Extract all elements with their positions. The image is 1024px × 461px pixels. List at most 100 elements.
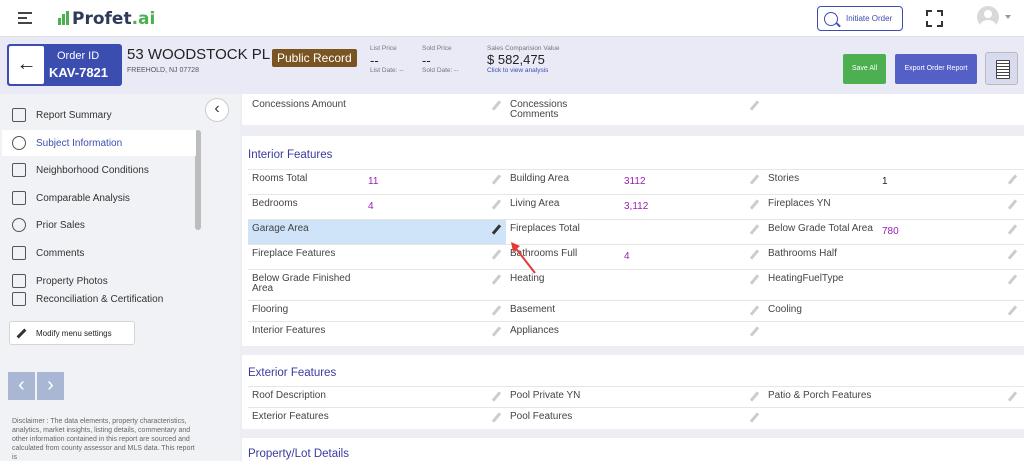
field-garage-area[interactable]: Garage Area — [248, 220, 506, 244]
pencil-icon[interactable] — [1006, 391, 1018, 403]
main-content: Concessions Amount Concessions Comments … — [240, 94, 1024, 461]
sidebar-item-comments[interactable]: Comments — [2, 240, 196, 266]
field-building-area[interactable]: Building Area 3112 — [506, 170, 764, 192]
pencil-icon[interactable] — [490, 274, 502, 286]
list-price-block: List Price -- List Date: -- — [370, 45, 404, 74]
hamburger-menu-icon[interactable] — [18, 12, 32, 27]
pencil-icon[interactable] — [1006, 249, 1018, 261]
house-icon — [12, 136, 26, 150]
clipboard-icon — [12, 292, 26, 306]
section-title: Exterior Features — [248, 367, 337, 379]
field-cooling[interactable]: Cooling — [764, 301, 1022, 323]
pencil-icon[interactable] — [1006, 174, 1018, 186]
field-bathrooms-full[interactable]: Bathrooms Full 4 — [506, 245, 764, 267]
field-stories[interactable]: Stories 1 — [764, 170, 1022, 192]
initiate-order-button[interactable]: Initiate Order — [817, 6, 903, 31]
field-basement[interactable]: Basement — [506, 301, 764, 323]
field-bedrooms[interactable]: Bedrooms 4 — [248, 195, 506, 217]
sidebar-item-subject-information[interactable]: Subject Information — [2, 130, 196, 156]
pencil-icon[interactable] — [1006, 224, 1018, 236]
chevron-down-icon[interactable] — [1005, 15, 1011, 19]
pencil-icon[interactable] — [748, 249, 760, 261]
pencil-icon[interactable] — [490, 249, 502, 261]
field-fireplaces-yn[interactable]: Fireplaces YN — [764, 195, 1022, 217]
field-bathrooms-half[interactable]: Bathrooms Half — [764, 245, 1022, 267]
property-lot-details-card: Property/Lot Details — [242, 438, 1024, 461]
comment-icon — [12, 246, 26, 260]
user-search-icon — [12, 191, 26, 205]
pencil-icon[interactable] — [490, 391, 502, 403]
save-all-button[interactable]: Save All — [843, 54, 886, 84]
order-id-label: Order ID — [57, 50, 100, 62]
pencil-icon[interactable] — [748, 326, 760, 338]
field-flooring[interactable]: Flooring — [248, 301, 506, 323]
search-icon — [824, 11, 838, 26]
pencil-icon[interactable] — [1006, 274, 1018, 286]
field-living-area[interactable]: Living Area 3,112 — [506, 195, 764, 217]
pencil-icon[interactable] — [490, 224, 502, 236]
pencil-icon[interactable] — [490, 100, 502, 112]
field-below-grade-total-area[interactable]: Below Grade Total Area 780 — [764, 220, 1022, 242]
sidebar-item-neighborhood-conditions[interactable]: Neighborhood Conditions — [2, 157, 196, 183]
pencil-icon[interactable] — [490, 305, 502, 317]
fullscreen-icon[interactable] — [926, 10, 943, 27]
pencil-icon[interactable] — [490, 412, 502, 424]
field-below-grade-finished-area[interactable]: Below Grade Finished Area — [248, 270, 506, 300]
sidebar-item-reconciliation[interactable]: Reconciliation & Certification — [2, 286, 196, 312]
public-record-badge: Public Record — [272, 49, 357, 67]
pencil-icon[interactable] — [748, 274, 760, 286]
order-id: KAV-7821 — [49, 65, 109, 80]
field-fireplace-features[interactable]: Fireplace Features — [248, 245, 506, 267]
field-patio-porch-features[interactable]: Patio & Porch Features — [764, 387, 1022, 409]
document-icon — [12, 108, 26, 122]
field-roof-description[interactable]: Roof Description — [248, 387, 506, 409]
prev-arrow-button[interactable]: ‹ — [8, 372, 35, 400]
field-exterior-features[interactable]: Exterior Features — [248, 408, 506, 430]
pencil-icon — [16, 328, 27, 339]
order-header: ← Order ID KAV-7821 53 WOODSTOCK PL FREE… — [0, 37, 1024, 94]
property-city: FREEHOLD, NJ 07728 — [127, 67, 199, 74]
pencil-icon[interactable] — [748, 391, 760, 403]
field-heating[interactable]: Heating — [506, 270, 764, 292]
next-arrow-button[interactable]: › — [37, 372, 64, 400]
arrow-left-icon: ← — [9, 46, 44, 84]
sidebar-item-prior-sales[interactable]: Prior Sales — [2, 212, 196, 238]
sales-comparison-value: Sales Comparision Value $ 582,475 Click … — [487, 45, 560, 74]
concessions-card: Concessions Amount Concessions Comments — [242, 94, 1024, 125]
section-title: Interior Features — [248, 149, 333, 161]
field-heating-fuel-type[interactable]: HeatingFuelType — [764, 270, 1022, 292]
property-address: 53 WOODSTOCK PL — [127, 46, 271, 63]
section-title: Property/Lot Details — [248, 448, 349, 460]
export-order-report-button[interactable]: Export Order Report — [895, 54, 977, 84]
profet-logo[interactable]: Profet.ai — [58, 9, 155, 29]
sidebar-item-report-summary[interactable]: Report Summary — [2, 102, 196, 128]
pencil-icon[interactable] — [1006, 199, 1018, 211]
field-fireplaces-total[interactable]: Fireplaces Total — [506, 220, 764, 242]
back-to-orders-button[interactable]: ← Order ID KAV-7821 — [7, 44, 122, 86]
pencil-icon[interactable] — [748, 199, 760, 211]
pencil-icon[interactable] — [748, 305, 760, 317]
pencil-icon[interactable] — [748, 224, 760, 236]
collapse-sidebar-button[interactable]: ‹ — [205, 98, 229, 122]
field-concessions-amount[interactable]: Concessions Amount — [248, 96, 506, 118]
pencil-icon[interactable] — [1006, 305, 1018, 317]
pencil-icon[interactable] — [490, 326, 502, 338]
field-concessions-comments[interactable]: Concessions Comments — [506, 96, 764, 120]
field-pool-features[interactable]: Pool Features — [506, 408, 764, 430]
pencil-icon[interactable] — [490, 174, 502, 186]
sidebar-item-comparable-analysis[interactable]: Comparable Analysis — [2, 185, 196, 211]
field-interior-features[interactable]: Interior Features — [248, 322, 506, 344]
field-rooms-total[interactable]: Rooms Total 11 — [248, 170, 506, 192]
pencil-icon[interactable] — [490, 199, 502, 211]
field-appliances[interactable]: Appliances — [506, 322, 764, 344]
field-pool-private-yn[interactable]: Pool Private YN — [506, 387, 764, 409]
pencil-icon[interactable] — [748, 100, 760, 112]
buildings-icon — [12, 163, 26, 177]
view-analysis-link[interactable]: Click to view analysis — [487, 67, 560, 74]
calculator-icon[interactable] — [985, 52, 1018, 85]
modify-menu-settings-button[interactable]: Modify menu settings — [9, 321, 135, 345]
pencil-icon[interactable] — [748, 412, 760, 424]
annotation-arrow-icon — [511, 242, 536, 274]
pencil-icon[interactable] — [748, 174, 760, 186]
user-avatar[interactable] — [977, 6, 999, 28]
